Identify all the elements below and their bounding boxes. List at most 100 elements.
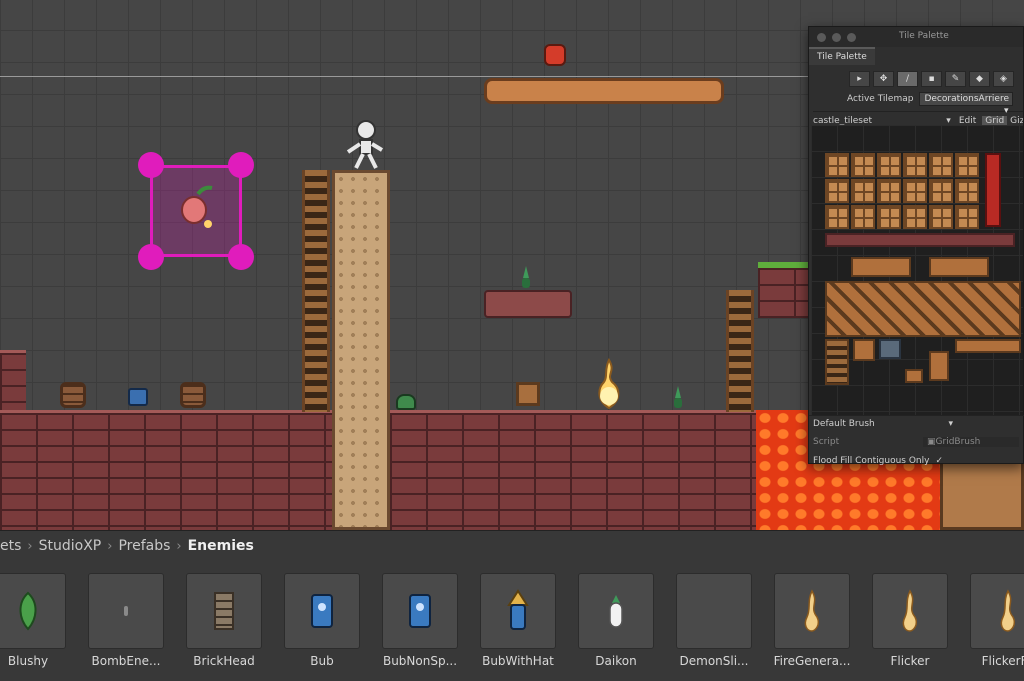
brick-stack-left[interactable] [0,350,26,414]
asset-thumbnail[interactable] [774,573,850,649]
small-cabinet[interactable] [516,382,540,406]
sand-pillar[interactable] [332,170,390,530]
brick-platform[interactable] [484,290,572,318]
asset-thumbnail[interactable] [186,573,262,649]
tile[interactable] [955,205,979,229]
asset-item[interactable]: FireGenera... [774,573,850,668]
asset-item[interactable]: Bub [284,573,360,668]
breadcrumb-item[interactable]: ets [0,538,21,554]
asset-item[interactable]: BubNonSp... [382,573,458,668]
palette-dropdown[interactable]: castle_tileset ▾ [813,116,955,126]
asset-item[interactable]: FlickerFo [970,573,1024,668]
asset-thumbnail[interactable] [480,573,556,649]
brush-dropdown[interactable]: Default Brush ▾ [813,419,957,429]
barrel[interactable] [180,382,206,408]
select-icon[interactable]: ▸ [849,71,870,87]
asset-thumbnail[interactable] [0,573,66,649]
tile[interactable] [929,153,953,177]
tile[interactable] [903,153,927,177]
tile[interactable] [877,179,901,203]
asset-thumbnail[interactable] [284,573,360,649]
asset-thumbnail[interactable] [88,573,164,649]
asset-item[interactable]: Daikon [578,573,654,668]
edit-button[interactable]: Edit [955,116,980,126]
asset-item[interactable]: BubWithHat [480,573,556,668]
active-tilemap-dropdown[interactable]: DecorationsArriere ▾ [919,92,1014,116]
palette-titlebar[interactable]: Tile Palette [809,27,1023,47]
tile[interactable] [903,205,927,229]
ladder-left[interactable] [302,170,330,412]
tab-tile-palette[interactable]: Tile Palette [809,47,875,65]
tile[interactable] [877,205,901,229]
ladder-tile[interactable] [825,339,849,385]
tile[interactable] [851,153,875,177]
tile[interactable] [825,179,849,203]
grass-brick-block[interactable] [758,262,810,318]
ladder-right[interactable] [726,290,754,412]
breadcrumb-item[interactable]: Prefabs [118,538,170,554]
drawer-tile[interactable] [929,351,949,381]
asset-thumbnail[interactable] [382,573,458,649]
tile[interactable] [929,205,953,229]
picker-icon[interactable]: ✎ [945,71,966,87]
minimize-window-icon[interactable] [832,32,841,42]
shelf-tile[interactable] [929,257,989,277]
asset-item[interactable]: Flicker [872,573,948,668]
flame-enemy[interactable] [592,358,626,412]
tile[interactable] [877,153,901,177]
window-controls[interactable] [817,32,856,42]
asset-thumbnail[interactable] [872,573,948,649]
resize-handle-top-left[interactable] [138,152,164,178]
green-slime-enemy[interactable] [396,394,416,410]
asset-item[interactable]: Blushy [0,573,66,668]
shelf-tile[interactable] [851,257,911,277]
ground-left[interactable] [0,410,334,530]
resize-handle-top-right[interactable] [228,152,254,178]
berry-sprite[interactable] [178,184,218,232]
cabinet-tile[interactable] [853,339,875,361]
tile[interactable] [903,179,927,203]
barrel-tile[interactable] [879,339,901,359]
box-fill-icon[interactable]: ▪ [921,71,942,87]
scaffold-tile[interactable] [825,281,1021,337]
asset-thumbnail[interactable] [578,573,654,649]
asset-item[interactable]: DemonSli... [676,573,752,668]
maximize-window-icon[interactable] [847,32,856,42]
banner-tile[interactable] [985,153,1001,227]
tile[interactable] [851,205,875,229]
flood-fill-checkbox[interactable]: ✓ [935,456,943,466]
sand-block-right[interactable] [940,460,1024,530]
ground-middle[interactable] [390,410,758,530]
gizmos-toggle[interactable]: Gizmos [1007,116,1023,126]
blue-bub-enemy[interactable] [128,388,148,406]
chair-tile[interactable] [905,369,923,383]
barrel[interactable] [60,382,86,408]
fill-icon[interactable]: ◈ [993,71,1014,87]
sprout-sprite[interactable] [668,384,688,410]
breadcrumb-item-current[interactable]: Enemies [188,538,254,554]
grid-toggle[interactable]: Grid [982,115,1008,126]
tile[interactable] [825,205,849,229]
paint-brush-icon[interactable]: / [897,71,918,87]
move-icon[interactable]: ✥ [873,71,894,87]
asset-thumbnail[interactable] [970,573,1024,649]
close-window-icon[interactable] [817,32,826,42]
eraser-icon[interactable]: ◆ [969,71,990,87]
tile[interactable] [955,179,979,203]
beam-tile[interactable] [825,233,1015,247]
tile-palette-window[interactable]: Tile Palette Tile Palette ▸ ✥ / ▪ ✎ ◆ ◈ … [808,26,1024,466]
wooden-platform[interactable] [484,78,724,104]
asset-item[interactable]: BrickHead [186,573,262,668]
resize-handle-bottom-left[interactable] [138,244,164,270]
breadcrumb-item[interactable]: StudioXP [39,538,102,554]
red-robot-enemy[interactable] [544,44,566,66]
tile[interactable] [851,179,875,203]
skeleton-enemy[interactable] [344,120,384,170]
table-tile[interactable] [955,339,1021,353]
asset-item[interactable]: BombEne... [88,573,164,668]
tile[interactable] [955,153,979,177]
daikon-sprite[interactable] [516,264,536,290]
resize-handle-bottom-right[interactable] [228,244,254,270]
tile-grid[interactable] [811,125,1023,415]
asset-thumbnail[interactable] [676,573,752,649]
